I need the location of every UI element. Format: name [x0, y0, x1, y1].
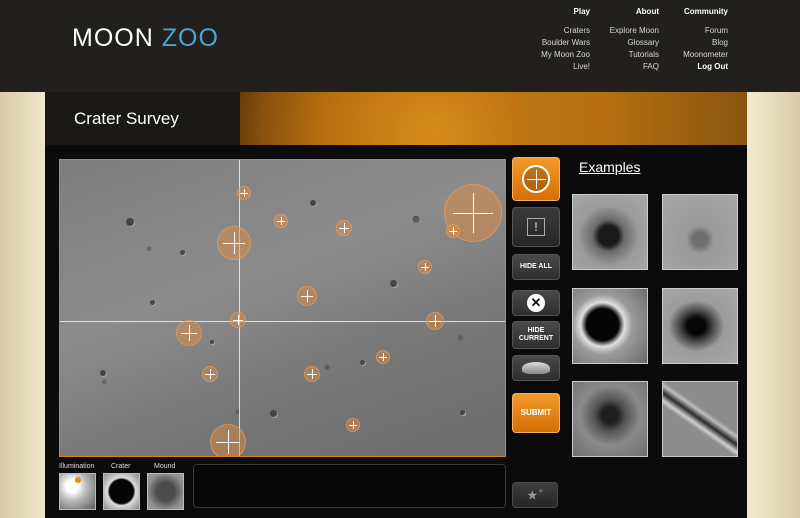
crater-speck	[180, 250, 185, 255]
example-image[interactable]	[662, 381, 738, 457]
crater-speck	[310, 200, 316, 206]
crater-marker[interactable]	[376, 350, 390, 364]
nav-play-column: Play Craters Boulder Wars My Moon Zoo Li…	[510, 6, 590, 73]
crater-marker[interactable]	[346, 418, 360, 432]
nav-link-boulder-wars[interactable]: Boulder Wars	[510, 37, 590, 49]
nav-link-faq[interactable]: FAQ	[589, 61, 659, 73]
mound-thumbnail[interactable]	[147, 473, 184, 510]
crater-marker[interactable]	[210, 424, 246, 456]
moon-zoo-logo[interactable]: MOON ZOO	[72, 24, 219, 53]
nav-link-tutorials[interactable]: Tutorials	[589, 49, 659, 61]
page-title: Crater Survey	[74, 109, 179, 128]
boulder-tool-button[interactable]	[512, 355, 560, 381]
crater-tool-button[interactable]	[512, 157, 560, 201]
nav-about-column: About Explore Moon Glossary Tutorials FA…	[589, 6, 659, 73]
info-box	[193, 464, 506, 508]
mound-label: Mound	[154, 463, 176, 470]
hide-all-button[interactable]: HIDE ALL	[512, 254, 560, 280]
nav-link-glossary[interactable]: Glossary	[589, 37, 659, 49]
nav-link-blog[interactable]: Blog	[668, 37, 728, 49]
crater-marker[interactable]	[202, 366, 218, 382]
crater-survey-panel: Crater Survey ! HIDE ALL ✕ HIDE CURRENT …	[45, 92, 747, 518]
nav-link-forum[interactable]: Forum	[668, 25, 728, 37]
crater-speck	[150, 300, 155, 305]
nav-play-heading[interactable]: Play	[510, 6, 590, 18]
nav-link-live[interactable]: Live!	[510, 61, 590, 73]
crater-speck	[360, 360, 365, 365]
lunar-surface-image[interactable]	[59, 159, 506, 457]
example-image[interactable]	[662, 194, 738, 270]
crater-marker[interactable]	[230, 312, 246, 328]
banner: Crater Survey	[45, 92, 747, 145]
crater-speck	[100, 370, 106, 376]
crater-speck	[270, 410, 277, 417]
exclamation-icon: !	[527, 218, 545, 236]
nav-community-column: Community Forum Blog Moonometer Log Out	[668, 6, 728, 73]
nav-community-heading[interactable]: Community	[668, 6, 728, 18]
illumination-label: Illumination	[59, 463, 95, 470]
logo-moon: MOON	[72, 24, 154, 52]
crosshair-vertical-guide	[239, 160, 240, 456]
crater-speck	[460, 410, 465, 415]
crater-marker[interactable]	[446, 224, 460, 238]
crater-thumbnail[interactable]	[103, 473, 140, 510]
logo-zoo: ZOO	[161, 24, 219, 52]
example-image[interactable]	[572, 194, 648, 270]
crater-label: Crater	[111, 463, 131, 470]
close-circle-icon: ✕	[527, 294, 545, 312]
hide-current-button[interactable]: HIDE CURRENT	[512, 321, 560, 349]
crater-marker[interactable]	[336, 220, 352, 236]
crater-marker[interactable]	[237, 186, 251, 200]
crater-marker[interactable]	[274, 214, 288, 228]
crater-speck	[390, 280, 397, 287]
boulder-icon	[522, 362, 550, 374]
delete-button[interactable]: ✕	[512, 290, 560, 316]
nav-link-my-moon-zoo[interactable]: My Moon Zoo	[510, 49, 590, 61]
crater-marker[interactable]	[217, 226, 251, 260]
example-image[interactable]	[662, 288, 738, 364]
crater-marker[interactable]	[426, 312, 444, 330]
nav-link-explore-moon[interactable]: Explore Moon	[589, 25, 659, 37]
examples-link[interactable]: Examples	[579, 159, 640, 175]
nav-link-moonometer[interactable]: Moonometer	[668, 49, 728, 61]
nav-link-log-out[interactable]: Log Out	[668, 61, 728, 73]
crater-marker[interactable]	[297, 286, 317, 306]
nav-about-heading[interactable]: About	[589, 6, 659, 18]
moon-banner-image	[223, 92, 523, 145]
flag-button[interactable]: !	[512, 207, 560, 247]
example-image[interactable]	[572, 381, 648, 457]
crosshair-ring-icon	[522, 165, 550, 193]
favourite-button[interactable]: ★+	[512, 482, 558, 508]
nav-link-craters[interactable]: Craters	[510, 25, 590, 37]
submit-button[interactable]: SUBMIT	[512, 393, 560, 433]
crater-speck	[126, 218, 134, 226]
crater-marker[interactable]	[304, 366, 320, 382]
crater-speck	[210, 340, 214, 344]
crater-marker[interactable]	[418, 260, 432, 274]
top-navigation: MOON ZOO Play Craters Boulder Wars My Moo…	[0, 0, 800, 92]
crater-marker[interactable]	[176, 320, 202, 346]
illumination-thumbnail[interactable]	[59, 473, 96, 510]
example-image[interactable]	[572, 288, 648, 364]
star-plus-icon: ★+	[526, 486, 544, 503]
